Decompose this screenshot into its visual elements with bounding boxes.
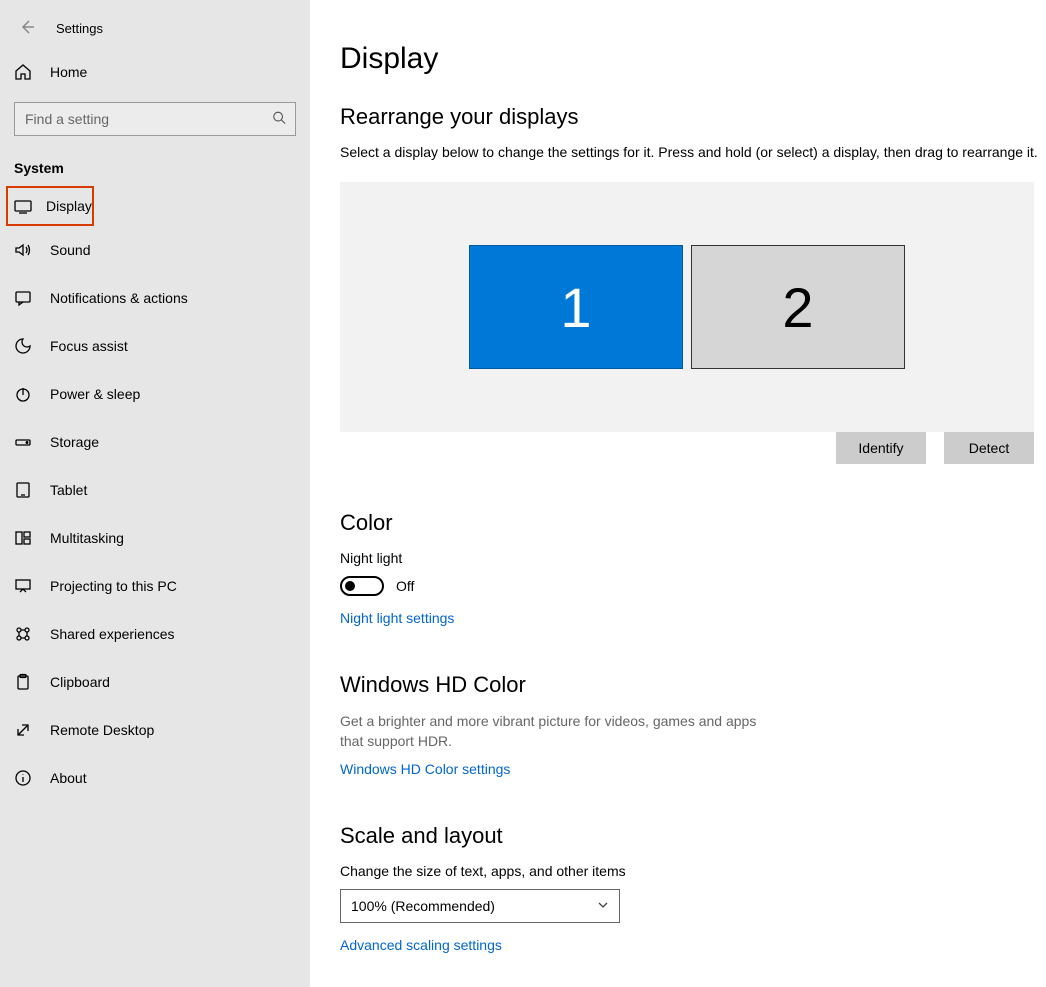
hd-color-settings-link[interactable]: Windows HD Color settings xyxy=(340,761,510,777)
sidebar-item-notifications[interactable]: Notifications & actions xyxy=(0,274,310,322)
night-light-label: Night light xyxy=(340,550,1046,566)
sidebar-item-home[interactable]: Home xyxy=(0,48,310,96)
sidebar-item-label: Display xyxy=(46,198,92,214)
sidebar-item-label: Shared experiences xyxy=(50,626,175,642)
sidebar-item-display[interactable]: Display xyxy=(6,186,94,226)
night-light-toggle[interactable] xyxy=(340,576,384,596)
sidebar-item-remote[interactable]: Remote Desktop xyxy=(0,706,310,754)
sidebar-item-projecting[interactable]: Projecting to this PC xyxy=(0,562,310,610)
rearrange-heading: Rearrange your displays xyxy=(340,104,1046,130)
sidebar-item-label: Home xyxy=(50,64,87,80)
sidebar-item-about[interactable]: About xyxy=(0,754,310,802)
identify-button[interactable]: Identify xyxy=(836,432,926,464)
scale-sub: Change the size of text, apps, and other… xyxy=(340,863,1046,879)
home-icon xyxy=(14,63,32,81)
sidebar: Settings Home System Display Sound Notif… xyxy=(0,0,310,987)
sidebar-item-label: Remote Desktop xyxy=(50,722,154,738)
hd-color-sub: Get a brighter and more vibrant picture … xyxy=(340,712,780,751)
tablet-icon xyxy=(14,481,32,499)
night-light-state: Off xyxy=(396,578,414,594)
hd-color-heading: Windows HD Color xyxy=(340,672,1046,698)
category-label: System xyxy=(0,146,310,186)
sidebar-item-label: Notifications & actions xyxy=(50,290,188,306)
scale-dropdown[interactable]: 100% (Recommended) xyxy=(340,889,620,923)
display-icon xyxy=(14,197,32,215)
advanced-scaling-link[interactable]: Advanced scaling settings xyxy=(340,937,502,953)
app-title: Settings xyxy=(56,21,103,36)
sidebar-item-label: Storage xyxy=(50,434,99,450)
chevron-down-icon xyxy=(597,898,609,914)
sidebar-item-multitasking[interactable]: Multitasking xyxy=(0,514,310,562)
multitasking-icon xyxy=(14,529,32,547)
sidebar-item-sound[interactable]: Sound xyxy=(0,226,310,274)
sidebar-item-shared[interactable]: Shared experiences xyxy=(0,610,310,658)
monitor-number: 2 xyxy=(782,275,813,340)
sidebar-item-label: Power & sleep xyxy=(50,386,140,402)
remote-icon xyxy=(14,721,32,739)
sidebar-item-clipboard[interactable]: Clipboard xyxy=(0,658,310,706)
display-arrangement-area[interactable]: 1 2 xyxy=(340,182,1034,432)
sidebar-item-label: Tablet xyxy=(50,482,87,498)
sidebar-item-label: Multitasking xyxy=(50,530,124,546)
storage-icon xyxy=(14,433,32,451)
about-icon xyxy=(14,769,32,787)
rearrange-sub: Select a display below to change the set… xyxy=(340,144,1046,160)
night-light-settings-link[interactable]: Night light settings xyxy=(340,610,454,626)
monitor-2[interactable]: 2 xyxy=(691,245,905,369)
page-title: Display xyxy=(340,42,1046,76)
back-icon[interactable] xyxy=(18,18,36,39)
sidebar-item-power[interactable]: Power & sleep xyxy=(0,370,310,418)
projecting-icon xyxy=(14,577,32,595)
monitor-number: 1 xyxy=(560,275,591,340)
sidebar-item-label: Sound xyxy=(50,242,90,258)
notifications-icon xyxy=(14,289,32,307)
sound-icon xyxy=(14,241,32,259)
focus-icon xyxy=(14,337,32,355)
sidebar-item-label: Focus assist xyxy=(50,338,128,354)
shared-icon xyxy=(14,625,32,643)
sidebar-item-storage[interactable]: Storage xyxy=(0,418,310,466)
scale-dropdown-value: 100% (Recommended) xyxy=(351,898,495,914)
clipboard-icon xyxy=(14,673,32,691)
monitor-1[interactable]: 1 xyxy=(469,245,683,369)
search-input[interactable] xyxy=(14,102,296,136)
detect-button[interactable]: Detect xyxy=(944,432,1034,464)
sidebar-item-label: About xyxy=(50,770,87,786)
scale-heading: Scale and layout xyxy=(340,823,1046,849)
color-heading: Color xyxy=(340,510,1046,536)
sidebar-item-label: Projecting to this PC xyxy=(50,578,177,594)
main-panel: Display Rearrange your displays Select a… xyxy=(310,0,1046,987)
search-icon xyxy=(272,111,286,128)
sidebar-item-focus[interactable]: Focus assist xyxy=(0,322,310,370)
sidebar-item-tablet[interactable]: Tablet xyxy=(0,466,310,514)
sidebar-item-label: Clipboard xyxy=(50,674,110,690)
power-icon xyxy=(14,385,32,403)
